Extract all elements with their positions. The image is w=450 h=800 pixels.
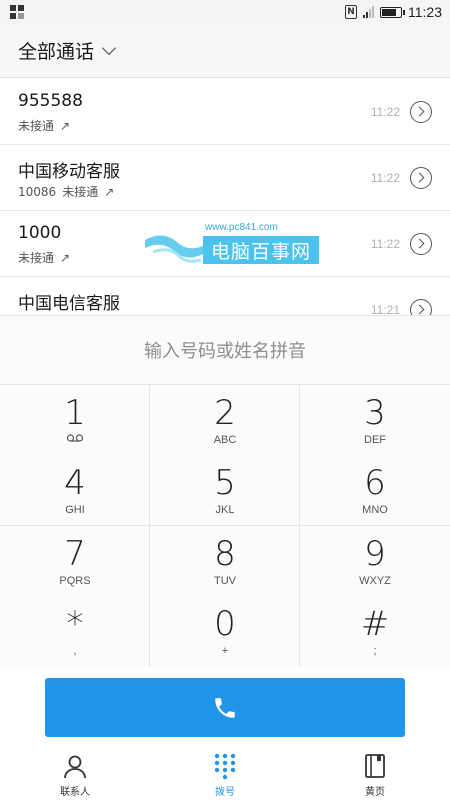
key-7[interactable]: 7 PQRS xyxy=(0,526,150,596)
signal-icon xyxy=(363,6,374,18)
call-time: 11:21 xyxy=(370,303,400,315)
key-3[interactable]: 3 DEF xyxy=(300,385,450,455)
call-detail-icon[interactable] xyxy=(410,101,432,123)
call-button[interactable] xyxy=(45,678,405,737)
call-status: 未接通 xyxy=(18,251,55,265)
key-letters: JKL xyxy=(215,504,235,516)
call-log-item[interactable]: 中国移动客服 10086 未接通 ↗ 11:22 xyxy=(0,145,450,211)
outgoing-call-icon: ↗ xyxy=(60,118,71,133)
call-number: 10086 xyxy=(18,184,57,199)
key-1[interactable]: 1 xyxy=(0,385,150,455)
call-time: 11:22 xyxy=(370,171,400,185)
key-digit: 1 xyxy=(64,393,86,433)
call-time: 11:22 xyxy=(370,237,400,251)
watermark-text: 电脑百事网 xyxy=(203,236,319,264)
call-status: 未接通 xyxy=(18,119,55,133)
key-digit: # xyxy=(360,604,390,644)
call-filter-dropdown[interactable]: 全部通话 xyxy=(0,24,450,78)
call-status: 未接通 xyxy=(62,185,99,199)
key-letters: MNO xyxy=(362,504,388,516)
call-name: 中国电信客服 xyxy=(18,294,120,314)
call-name: 1000 xyxy=(18,223,62,243)
key-digit: 9 xyxy=(364,534,386,574)
key-letters: GHI xyxy=(65,504,85,516)
nfc-icon: N xyxy=(345,5,357,19)
watermark-logo-icon xyxy=(145,235,203,263)
tab-yellow-pages[interactable]: 黄页 xyxy=(300,745,450,800)
key-digit: * xyxy=(66,604,84,644)
key-digit: 2 xyxy=(214,393,236,433)
key-4[interactable]: 4 GHI xyxy=(0,455,150,525)
key-letters: + xyxy=(221,645,229,657)
key-letters: WXYZ xyxy=(359,575,391,587)
call-log-item[interactable]: 中国电信客服 11:21 xyxy=(0,277,450,315)
call-name: 955588 xyxy=(18,91,83,111)
key-digit: 5 xyxy=(214,463,236,503)
dial-keypad: 1 4 GHI 2 ABC 5 JKL 3 DEF 6 MNO 7 PQRS *… xyxy=(0,385,450,667)
key-5[interactable]: 5 JKL xyxy=(150,455,300,525)
page-title: 全部通话 xyxy=(18,41,95,63)
app-grid-icon xyxy=(10,5,24,19)
call-detail-icon[interactable] xyxy=(410,233,432,255)
tab-dial[interactable]: 拨号 xyxy=(150,745,300,800)
key-letters: ; xyxy=(373,645,377,657)
key-digit: 8 xyxy=(214,534,236,574)
call-log-list[interactable]: 955588 未接通 ↗ 11:22 中国移动客服 10086 未接通 ↗ 11… xyxy=(0,79,450,315)
chevron-down-icon xyxy=(101,40,117,55)
status-bar: N 11:23 xyxy=(0,0,450,24)
person-icon xyxy=(60,751,90,781)
book-icon xyxy=(360,751,390,781)
key-digit: 6 xyxy=(364,463,386,503)
key-star[interactable]: * , xyxy=(0,596,150,666)
watermark: www.pc841.com 电脑百事网 xyxy=(143,222,323,268)
status-time: 11:23 xyxy=(408,4,442,20)
key-letters: PQRS xyxy=(59,575,91,587)
key-6[interactable]: 6 MNO xyxy=(300,455,450,525)
key-hash[interactable]: # ; xyxy=(300,596,450,666)
key-digit: 3 xyxy=(364,393,386,433)
key-2[interactable]: 2 ABC xyxy=(150,385,300,455)
tab-dial-label: 拨号 xyxy=(215,787,235,798)
call-name: 中国移动客服 xyxy=(18,162,120,182)
phone-icon xyxy=(215,697,235,718)
key-0[interactable]: 0 + xyxy=(150,596,300,666)
key-letters: , xyxy=(73,645,77,657)
voicemail-icon xyxy=(0,433,150,447)
dial-input-placeholder: 输入号码或姓名拼音 xyxy=(144,341,306,362)
key-letters: ABC xyxy=(213,434,237,446)
key-digit: 0 xyxy=(214,604,236,644)
call-detail-icon[interactable] xyxy=(410,299,432,315)
tab-yellow-pages-label: 黄页 xyxy=(365,787,385,798)
watermark-url: www.pc841.com xyxy=(205,222,278,233)
dial-input-field[interactable]: 输入号码或姓名拼音 xyxy=(0,315,450,385)
bottom-navigation: 联系人 拨号 黄页 xyxy=(0,745,450,800)
tab-contacts[interactable]: 联系人 xyxy=(0,745,150,800)
tab-contacts-label: 联系人 xyxy=(60,787,90,798)
key-letters: TUV xyxy=(214,575,236,587)
call-log-item[interactable]: 955588 未接通 ↗ 11:22 xyxy=(0,79,450,145)
outgoing-call-icon: ↗ xyxy=(104,184,115,199)
outgoing-call-icon: ↗ xyxy=(60,250,71,265)
call-detail-icon[interactable] xyxy=(410,167,432,189)
call-time: 11:22 xyxy=(370,105,400,119)
battery-icon xyxy=(380,6,405,18)
key-8[interactable]: 8 TUV xyxy=(150,526,300,596)
key-digit: 4 xyxy=(64,463,86,503)
key-digit: 7 xyxy=(64,534,86,574)
dialpad-icon xyxy=(210,751,240,781)
key-9[interactable]: 9 WXYZ xyxy=(300,526,450,596)
key-letters: DEF xyxy=(364,434,386,446)
